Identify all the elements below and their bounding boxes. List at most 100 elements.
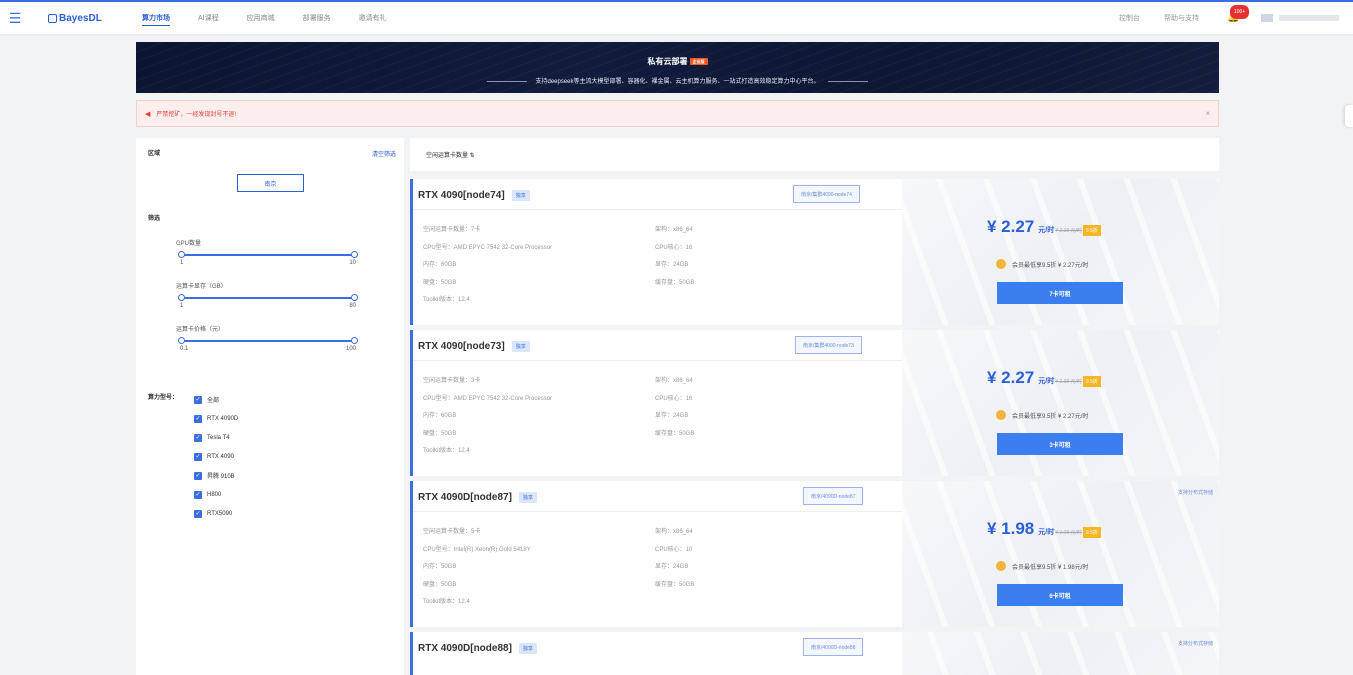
sort-by-free-cards[interactable]: 空闲运算卡数量 ⇅ [426,150,475,159]
checkbox-rtx4090[interactable]: ✓ RTX 4090 [194,447,238,466]
promo-banner[interactable]: 私有云部署 企业版 支持deepseek等主流大模型部署、容器化、裸金属、云主机算… [136,42,1219,93]
region-title: 区域 [148,151,161,157]
checkbox-label: Tesla T4 [207,434,230,441]
banner-tag: 企业版 [689,57,708,65]
sort-bar: 空闲运算卡数量 ⇅ [410,138,1219,171]
nav-item-compute-market[interactable]: 算力市场 [128,2,184,34]
divider [413,360,902,361]
slider-max-handle[interactable] [351,337,358,344]
console-link[interactable]: 控制台 [1119,13,1140,23]
checkbox-rtx5090[interactable]: ✓ RTX5090 [194,504,238,523]
spec-row: Toolkit版本：12.4 [423,596,893,614]
memory-slider[interactable] [178,294,358,301]
rent-button[interactable]: 6卡可租 [997,584,1123,606]
spec-row: 内存：50GB 显存：24GB [423,561,893,579]
checkbox-h800[interactable]: ✓ H800 [194,485,238,504]
distributed-storage-tag: 支持分布式存储 [1177,490,1213,496]
card-price-panel: ¥ 2.27 元/时 ¥ 2.38 元/时 9.5折 会员最低享9.5折 ¥ 2… [902,179,1219,325]
notification-bell[interactable]: 🔔 100+ [1227,5,1250,24]
discount-badge: 9.5折 [1082,527,1101,538]
card-specs: 空闲运算卡数量：5卡 架构：x86_64 CPU型号：Intel(R) Xeon(… [423,526,893,614]
menu-icon[interactable]: ☰ [0,10,30,27]
gpu-count-slider[interactable] [178,251,358,258]
gpu-card: RTX 4090[node74] 独享 南京/集群4090-node74 空闲运… [410,179,1219,325]
spec-vram: 显存：24GB [655,413,689,419]
checkbox-label: 昇腾 910B [207,474,235,480]
card-specs: 空闲运算卡数量：7卡 架构：x86_64 CPU型号：AMD EPYC 7542 … [423,224,893,312]
spec-memory: 内存：50GB [423,564,457,570]
rent-button[interactable]: 3卡可租 [997,433,1123,455]
gpu-card: RTX 4090D[node87] 独享 南京/4090D-node87 空闲运… [410,481,1219,627]
spec-memory: 内存：60GB [423,413,457,419]
close-icon[interactable]: × [1205,109,1210,118]
checkbox-checked-icon: ✓ [194,490,202,499]
card-price-panel: 支持分布式存储 ¥ 1.98 元/时 ¥ 2.08 元/时 9.5折 会员最低享… [902,481,1219,627]
spec-arch: 架构：x86_64 [655,378,693,384]
slider-values: 1 10 [176,260,360,266]
region-button-nanjing[interactable]: 南京 [237,174,304,192]
spec-toolkit: Toolkit版本：12.4 [423,448,470,454]
nav-item-deploy-service[interactable]: 部署服务 [289,2,345,34]
card-header: RTX 4090[node74] 独享 [418,186,530,204]
slider-values: 1 80 [176,303,360,309]
card-node-id[interactable]: 南京/集群4090-node74 [793,185,860,203]
speaker-icon: ◀ [145,110,151,118]
coin-icon [996,259,1006,269]
checkbox-checked-icon: ✓ [194,414,202,423]
checkbox-tesla-t4[interactable]: ✓ Tesla T4 [194,428,238,447]
nav-item-ai-courses[interactable]: AI课程 [184,2,233,34]
member-price-text: 会员最低享9.5折 ¥ 2.27元/时 [1012,262,1089,269]
slider-max: 100 [345,346,356,352]
nav-item-app-store[interactable]: 应用商城 [233,2,289,34]
checkbox-label: RTX5090 [207,510,233,517]
slider-max-handle[interactable] [351,251,358,258]
card-info: RTX 4090[node73] 独享 南京/集群4090-node73 空闲运… [410,330,902,476]
gpu-card: RTX 4090D[node88] 独享 南京/4090D-node88 支持分… [410,632,1219,675]
price: ¥ 2.27 [987,217,1035,236]
spec-arch: 架构：x86_64 [655,529,693,535]
spec-disk: 硬盘：50GB [423,581,457,588]
checkbox-label: RTX 4090 [207,453,234,460]
spec-free-cards: 空闲运算卡数量：5卡 [423,529,481,535]
logo[interactable]: BayesDL [48,13,118,24]
price-line: ¥ 2.27 元/时 ¥ 2.38 元/时 9.5折 [987,217,1101,237]
spec-row: CPU型号：Intel(R) Xeon(R) Gold 5418Y CPU核心：1… [423,544,893,562]
price-slider[interactable] [178,337,358,344]
card-node-id[interactable]: 南京/集群4090-node73 [795,336,862,354]
card-tag: 独享 [511,189,530,201]
username-placeholder[interactable] [1279,15,1339,21]
distributed-storage-tag: 支持分布式存储 [1177,641,1213,647]
slider-max: 10 [349,260,356,266]
help-link[interactable]: 帮助与支持 [1164,13,1199,23]
card-tag: 独享 [518,642,537,654]
price-unit: 元/时 [1038,378,1055,385]
side-scroll-tab[interactable] [1345,105,1353,127]
discount-badge: 9.5折 [1082,376,1101,387]
spec-row: 内存：60GB 显存：24GB [423,410,893,428]
rent-button[interactable]: 7卡可租 [997,282,1123,304]
card-node-id[interactable]: 南京/4090D-node88 [803,638,864,656]
spec-cache-disk: 缓存盘：50GB [655,581,695,588]
card-info: RTX 4090[node74] 独享 南京/集群4090-node74 空闲运… [410,179,902,325]
warning-notice: ◀ 严禁挖矿，一经发现封号不退! × [136,100,1219,127]
slider-max-handle[interactable] [351,294,358,301]
slider-label: GPU数量 [176,241,202,247]
spec-arch: 架构：x86_64 [655,227,693,233]
card-node-id[interactable]: 南京/4090D-node87 [803,487,864,505]
slider-min-handle[interactable] [178,294,185,301]
slider-min-handle[interactable] [178,251,185,258]
notice-text: 严禁挖矿，一经发现封号不退! [156,112,237,118]
checkbox-ascend-910b[interactable]: ✓ 昇腾 910B [194,466,238,485]
slider-min-handle[interactable] [178,337,185,344]
banner-title-text: 私有云部署 [647,57,688,66]
checkbox-all[interactable]: ✓ 全部 [194,390,238,409]
checkbox-label: 全部 [207,398,220,404]
nav-item-invite[interactable]: 邀请有礼 [345,2,401,34]
model-title: 算力型号： [148,395,179,401]
avatar[interactable] [1261,14,1273,22]
clear-filter-button[interactable]: 清空筛选 [372,149,396,158]
banner-title: 私有云部署 企业版 [136,56,1219,67]
checkbox-rtx4090d[interactable]: ✓ RTX 4090D [194,409,238,428]
spec-row: Toolkit版本：12.4 [423,445,893,463]
card-header: RTX 4090[node73] 独享 [418,337,530,355]
